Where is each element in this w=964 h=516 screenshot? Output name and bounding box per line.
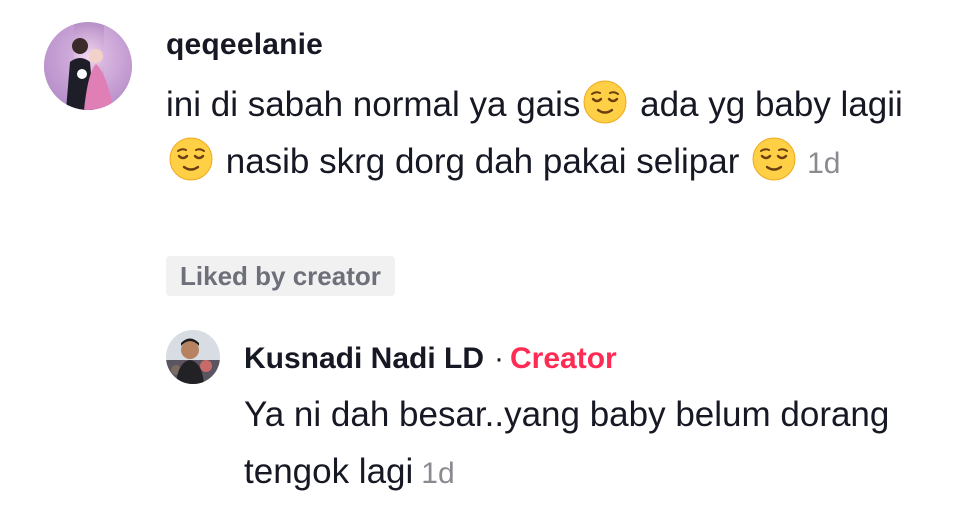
relieved-face-icon — [582, 79, 628, 125]
commenter-avatar[interactable] — [44, 22, 132, 110]
comment-text-part: ada yg baby lagii — [630, 85, 903, 124]
creator-username[interactable]: Kusnadi Nadi LD — [244, 342, 484, 375]
comment-text-part: nasib skrg dorg dah pakai selipar — [216, 142, 750, 181]
commenter-username[interactable]: qeqeelanie — [166, 28, 323, 62]
creator-avatar[interactable] — [166, 330, 220, 384]
comment-text-part: ini di sabah normal ya gais — [166, 85, 581, 124]
reply-header: Kusnadi Nadi LD · Creator — [244, 340, 617, 378]
relieved-face-icon — [168, 136, 214, 182]
reply-text-content: Ya ni dah besar..yang baby belum dorang … — [244, 395, 890, 491]
reply-text: Ya ni dah besar..yang baby belum dorang … — [244, 386, 944, 502]
comment-timestamp: 1d — [807, 147, 841, 180]
separator-dot: · — [494, 342, 505, 375]
creator-label: Creator — [510, 342, 617, 375]
relieved-face-icon — [751, 136, 797, 182]
comment-text: ini di sabah normal ya gais ada yg baby … — [166, 76, 946, 192]
liked-by-creator-badge: Liked by creator — [166, 256, 395, 296]
reply-timestamp: 1d — [421, 457, 455, 490]
